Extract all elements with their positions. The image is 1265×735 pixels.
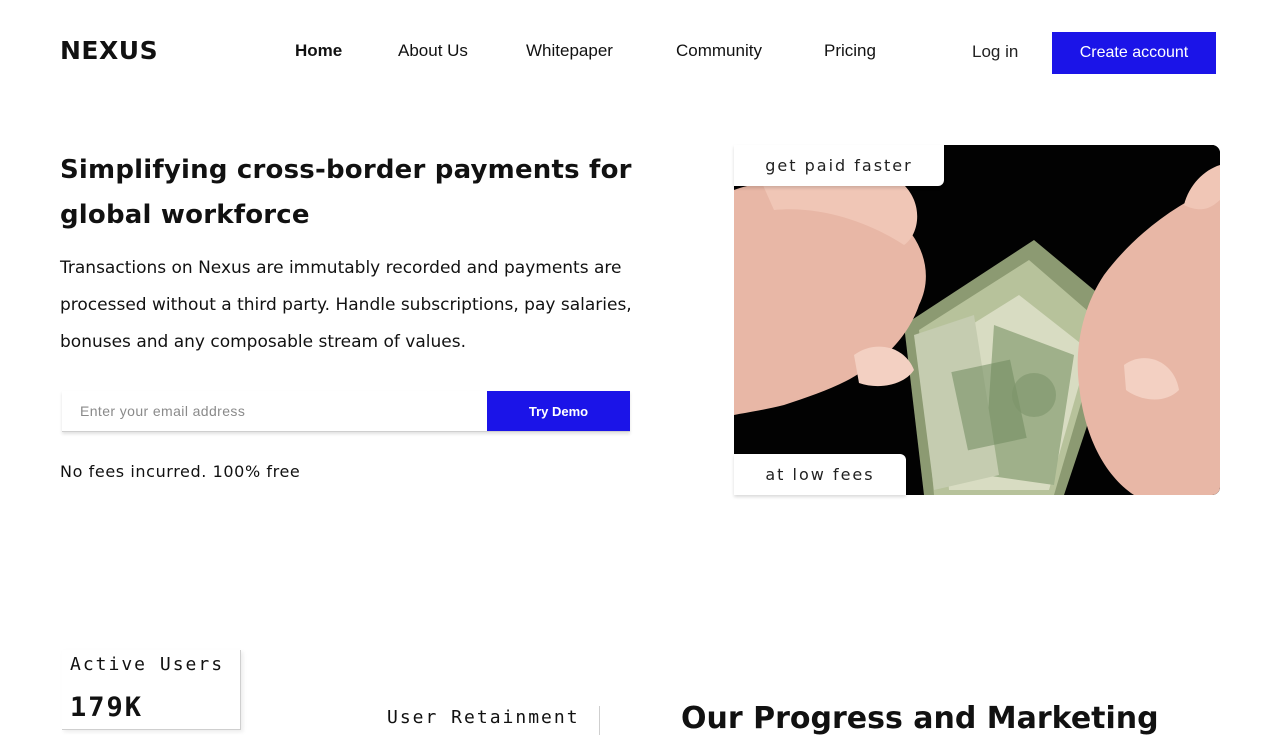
hero-title: Simplifying cross-border payments for gl… [60,155,632,230]
fees-note: No fees incurred. 100% free [60,462,301,481]
email-input[interactable] [62,391,487,431]
active-users-label: Active Users [70,654,225,675]
image-tag-get-paid-faster: get paid faster [734,145,944,186]
money-hands-illustration [734,145,1220,495]
active-users-value: 179K [70,692,144,723]
active-users-card: Active Users 179K [62,650,241,730]
nav-home[interactable]: Home [295,41,342,61]
create-account-button[interactable]: Create account [1052,32,1216,74]
brand-logo[interactable]: NEXUS [60,36,158,65]
progress-section-title: Our Progress and Marketing [681,701,1159,735]
nav-pricing[interactable]: Pricing [824,41,876,61]
nav-whitepaper[interactable]: Whitepaper [526,41,613,61]
try-demo-button[interactable]: Try Demo [487,391,630,431]
nav-community[interactable]: Community [676,41,762,61]
email-signup-form: Try Demo [62,391,630,432]
nav-about-us[interactable]: About Us [398,41,468,61]
login-link[interactable]: Log in [972,42,1018,62]
image-tag-low-fees: at low fees [734,454,906,495]
retention-divider [599,706,600,735]
user-retention-label: User Retainment [387,707,580,728]
hero-image-money-hands [734,145,1220,495]
hero-description: Transactions on Nexus are immutably reco… [60,258,632,352]
